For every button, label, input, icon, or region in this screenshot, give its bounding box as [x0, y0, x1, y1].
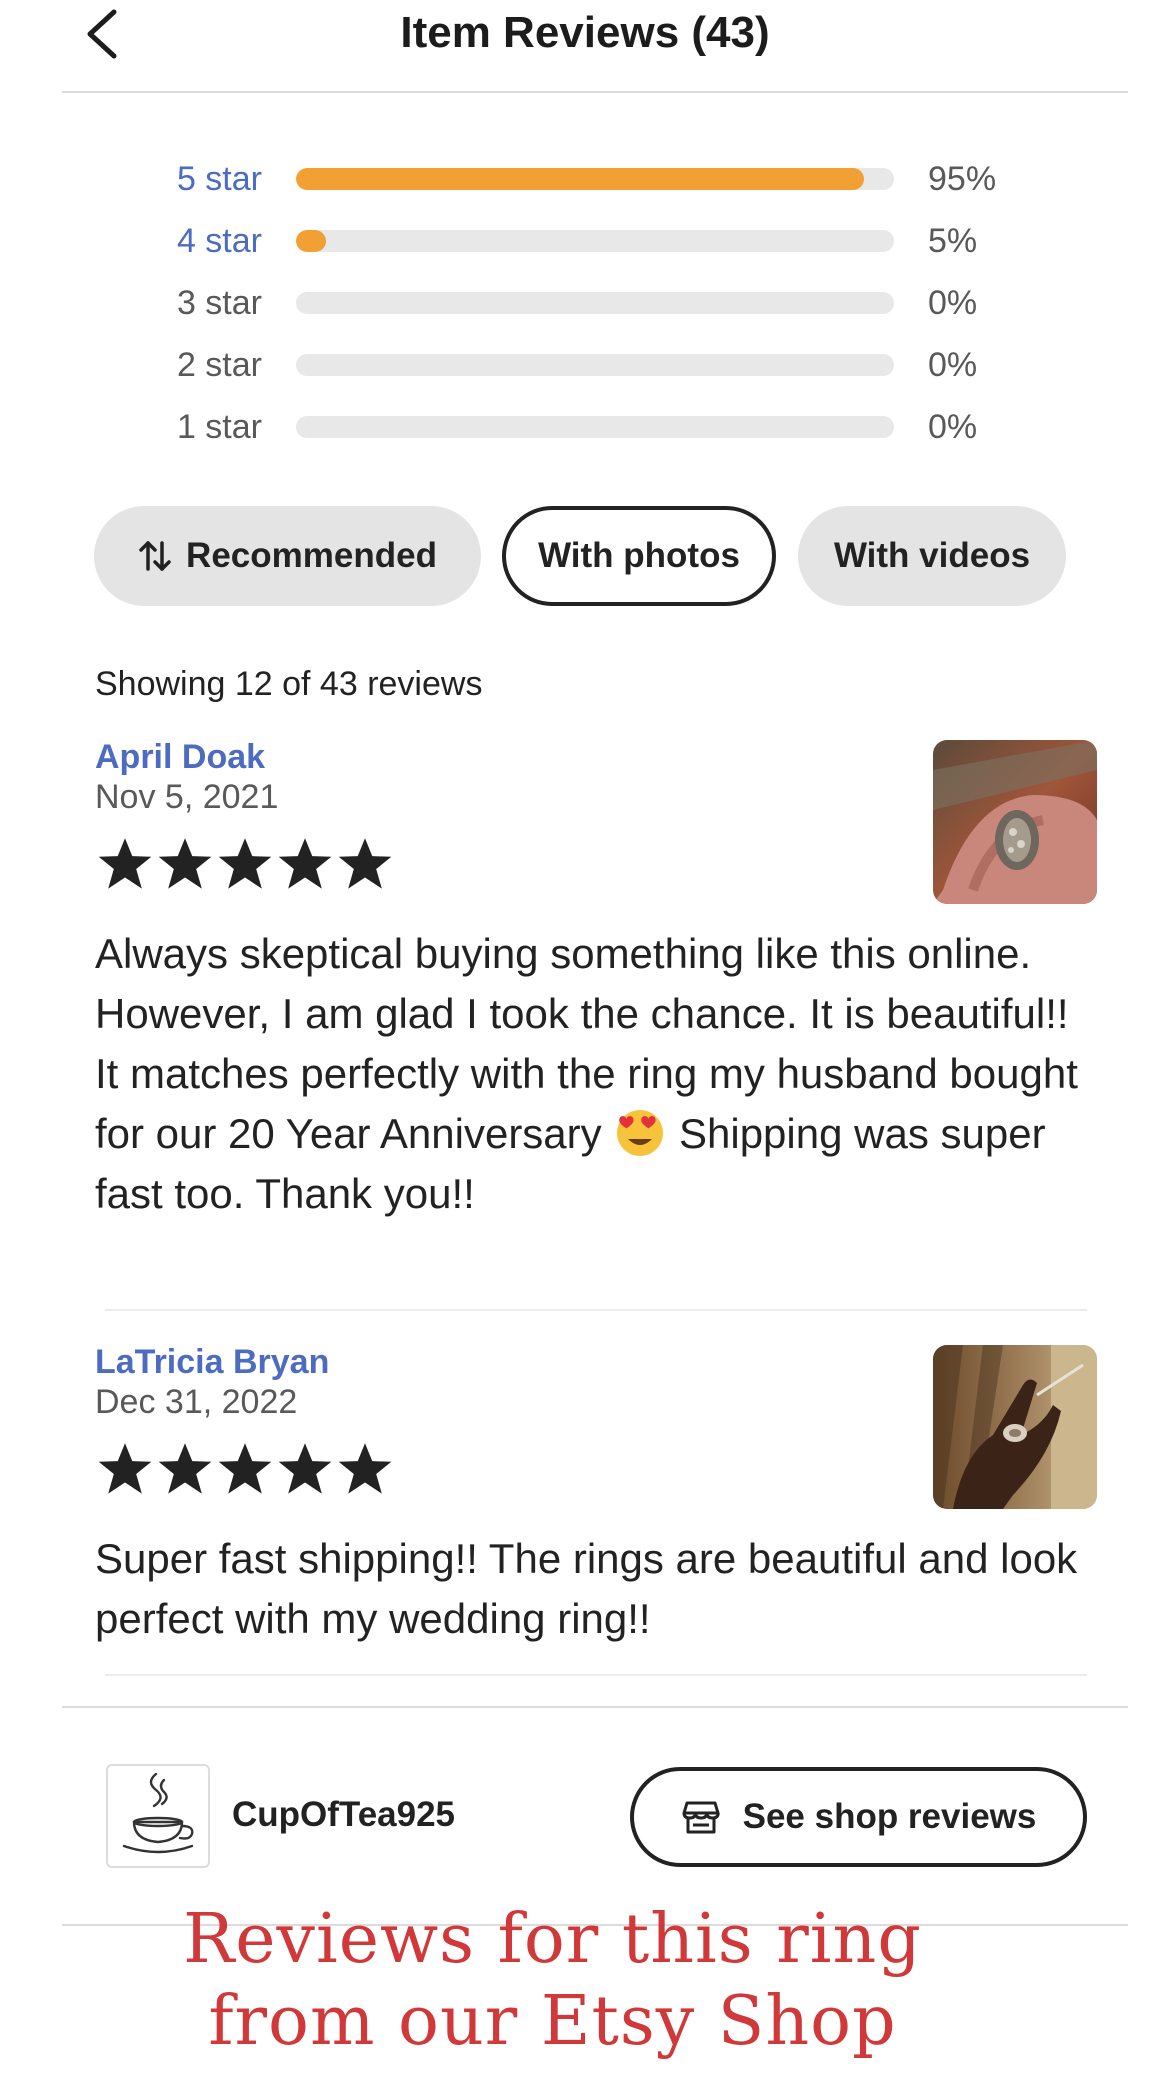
shop-logo[interactable] [106, 1764, 210, 1868]
header: Item Reviews (43) [0, 0, 1170, 92]
ring-on-hand-photo [933, 1345, 1097, 1509]
recommended-sort-button[interactable]: Recommended [94, 506, 481, 606]
chip-label: Recommended [186, 536, 437, 575]
rating-row-1: 1 star 0% [0, 406, 1170, 446]
rating-bar-track [296, 416, 894, 438]
ring-on-hand-photo [933, 740, 1097, 904]
caption-line-2: from our Etsy Shop [208, 1982, 897, 2061]
star-icon [276, 1441, 334, 1497]
shop-button-label: See shop reviews [742, 1797, 1037, 1836]
see-shop-reviews-button[interactable]: See shop reviews [630, 1767, 1087, 1867]
star-icon [216, 836, 274, 892]
reviewer-name[interactable]: April Doak [95, 738, 265, 777]
review-date: Dec 31, 2022 [95, 1383, 298, 1421]
rating-label: 3 star [176, 284, 262, 322]
rating-percent: 0% [928, 284, 978, 322]
heart-eyes-emoji-icon [617, 1110, 664, 1156]
rating-percent: 5% [928, 222, 978, 260]
with-videos-filter[interactable]: With videos [798, 506, 1066, 606]
review-photo[interactable] [933, 1345, 1097, 1509]
star-icon [96, 836, 154, 892]
rating-label: 5 star [176, 160, 262, 198]
review-date: Nov 5, 2021 [95, 778, 279, 816]
star-rating [96, 1441, 394, 1497]
rating-row-4[interactable]: 4 star 5% [0, 220, 1170, 260]
shop-icon [682, 1801, 720, 1834]
star-icon [156, 1441, 214, 1497]
reviewer-name[interactable]: LaTricia Bryan [95, 1343, 329, 1382]
rating-label: 4 star [176, 222, 262, 260]
rating-bar-track [296, 168, 894, 190]
review-count-text: Showing 12 of 43 reviews [95, 665, 483, 703]
chip-label: With photos [538, 536, 740, 575]
review-text: Always skeptical buying something like t… [95, 924, 1095, 1224]
star-icon [156, 836, 214, 892]
page-title: Item Reviews (43) [400, 8, 770, 57]
caption-line-1: Reviews for this ring [183, 1900, 922, 1979]
rating-percent: 0% [928, 408, 978, 446]
rating-label: 1 star [176, 408, 262, 446]
review-text: Super fast shipping!! The rings are beau… [95, 1535, 1078, 1642]
star-rating [96, 836, 394, 892]
rating-percent: 0% [928, 346, 978, 384]
rating-row-5[interactable]: 5 star 95% [0, 158, 1170, 198]
rating-percent: 95% [928, 160, 997, 198]
star-icon [276, 836, 334, 892]
header-divider [62, 91, 1128, 93]
rating-row-3: 3 star 0% [0, 282, 1170, 322]
review-divider [105, 1674, 1087, 1676]
with-photos-filter[interactable]: With photos [502, 506, 776, 606]
star-icon [336, 836, 394, 892]
rating-bar-fill [296, 168, 865, 190]
star-icon [96, 1441, 154, 1497]
section-divider [62, 1706, 1128, 1708]
teacup-logo-icon [122, 1772, 194, 1854]
rating-bar-fill [296, 230, 326, 252]
sort-arrows-icon [139, 541, 171, 571]
review-divider [105, 1309, 1087, 1311]
rating-row-2: 2 star 0% [0, 344, 1170, 384]
shop-name[interactable]: CupOfTea925 [232, 1795, 455, 1835]
chip-label: With videos [833, 536, 1031, 575]
rating-bar-track [296, 354, 894, 376]
rating-label: 2 star [176, 346, 262, 384]
star-icon [216, 1441, 274, 1497]
review-photo[interactable] [933, 740, 1097, 904]
rating-bar-track [296, 292, 894, 314]
rating-bar-track [296, 230, 894, 252]
star-icon [336, 1441, 394, 1497]
